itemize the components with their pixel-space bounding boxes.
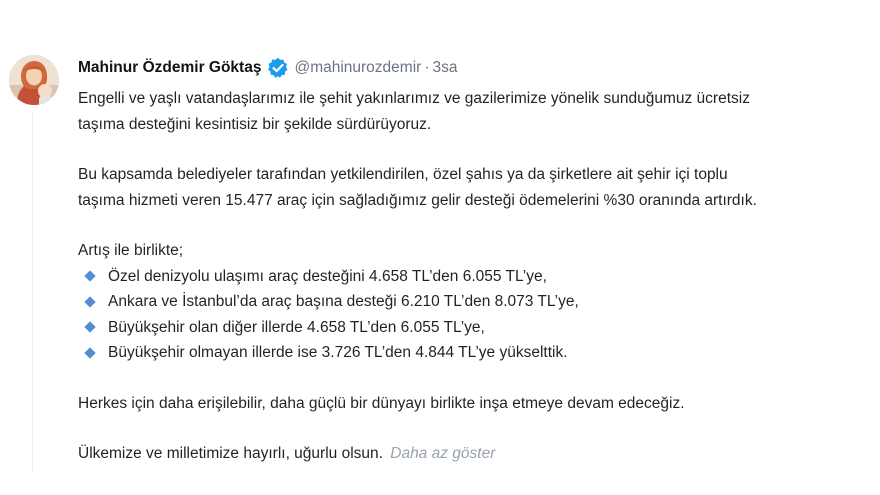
- thread-line: [32, 112, 33, 472]
- bullet-text: Büyükşehir olmayan illerde ise 3.726 TL’…: [108, 344, 568, 361]
- diamond-icon: [84, 270, 96, 282]
- paragraph-line: Bu kapsamda belediyeler tarafından yetki…: [78, 166, 728, 183]
- author-handle[interactable]: @mahinurozdemir: [294, 59, 421, 77]
- paragraph-line: taşıma desteğini kesintisiz bir şekilde …: [78, 115, 432, 133]
- author-name[interactable]: Mahinur Özdemir Göktaş: [78, 59, 261, 77]
- paragraph-line: Herkes için daha erişilebilir, daha güçl…: [78, 394, 685, 412]
- paragraph-line: taşıma hizmeti veren 15.477 araç için sa…: [78, 191, 757, 209]
- paragraph-line: Artış ile birlikte;: [78, 242, 184, 259]
- list-item: Ankara ve İstanbul’da araç başına desteğ…: [78, 289, 880, 315]
- list-item: Özel denizyolu ulaşımı araç desteğini 4.…: [78, 264, 880, 290]
- avatar-image: [9, 55, 59, 105]
- separator-dot: ·: [424, 59, 430, 76]
- bullet-text: Büyükşehir olan diğer illerde 4.658 TL’d…: [108, 318, 485, 336]
- list-item: Büyükşehir olmayan illerde ise 3.726 TL’…: [78, 340, 880, 366]
- diamond-icon: [84, 296, 96, 308]
- post-body: Engelli ve yaşlı vatandaşlarımız ile şeh…: [78, 86, 880, 467]
- closing-line: Ülkemize ve milletimize hayırlı, uğurlu …: [78, 441, 880, 467]
- bullet-text: Özel denizyolu ulaşımı araç desteğini 4.…: [108, 267, 547, 285]
- paragraph-line: Engelli ve yaşlı vatandaşlarımız ile şeh…: [78, 90, 750, 107]
- post-header: Mahinur Özdemir Göktaş @mahinurozdemir ·…: [78, 56, 458, 80]
- list-item: Büyükşehir olan diğer illerde 4.658 TL’d…: [78, 315, 880, 341]
- avatar[interactable]: [9, 55, 59, 105]
- bullet-text: Ankara ve İstanbul’da araç başına desteğ…: [108, 293, 579, 310]
- bullet-list: Özel denizyolu ulaşımı araç desteğini 4.…: [78, 264, 880, 366]
- verified-badge-icon: [266, 56, 290, 80]
- post-time[interactable]: 3sa: [433, 59, 458, 77]
- show-less-link[interactable]: Daha az göster: [390, 445, 495, 462]
- diamond-icon: [84, 347, 96, 359]
- closing-text: Ülkemize ve milletimize hayırlı, uğurlu …: [78, 445, 383, 462]
- diamond-icon: [84, 321, 96, 333]
